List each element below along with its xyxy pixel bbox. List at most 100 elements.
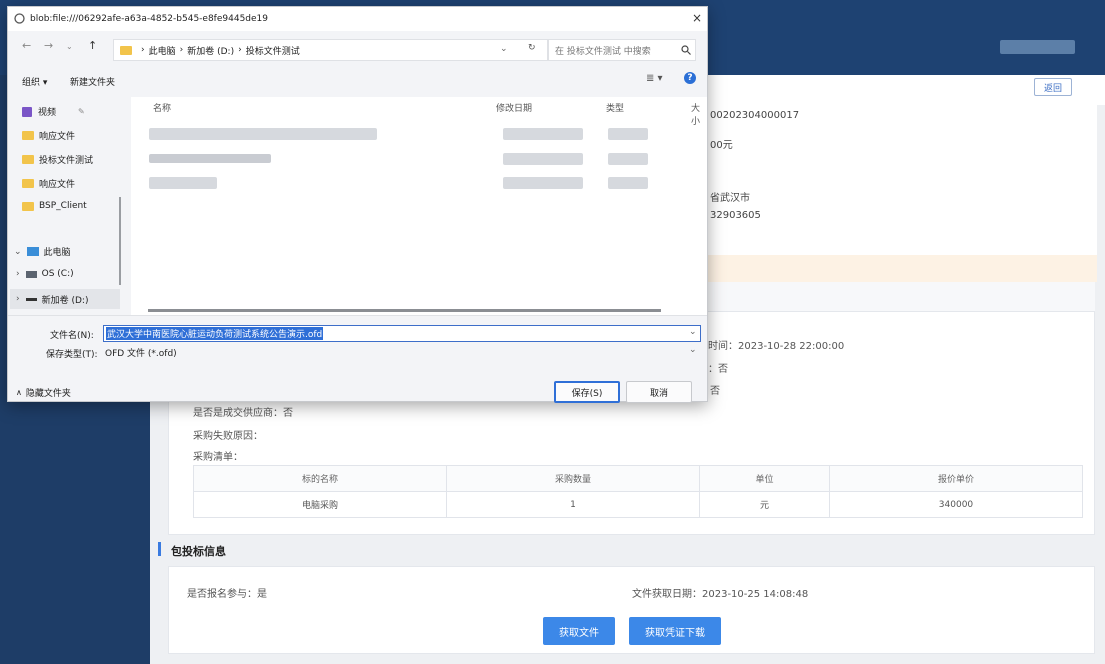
save-file-dialog: blob:file:///06292afe-a63a-4852-b545-e8f… <box>7 6 708 403</box>
nav-scrollbar[interactable] <box>119 197 121 285</box>
search-input[interactable]: 在 投标文件测试 中搜索 <box>548 39 696 61</box>
nav-item-videos[interactable]: 视频 ✎ <box>22 105 85 118</box>
registered-label: 是否报名参与：是 <box>187 589 267 600</box>
time-line: 时间：2023-10-28 22:00:00 <box>708 341 845 352</box>
horizontal-scrollbar[interactable] <box>148 309 661 312</box>
save-button[interactable]: 保存(S) <box>554 381 620 403</box>
hide-folders-toggle[interactable]: ∧ 隐藏文件夹 <box>16 386 71 399</box>
folder-icon <box>120 45 132 55</box>
column-header-modified[interactable]: 修改日期 <box>496 101 532 114</box>
search-placeholder: 在 投标文件测试 中搜索 <box>555 46 651 57</box>
breadcrumb-item[interactable]: 新加卷 (D:) <box>187 44 234 57</box>
search-icon <box>681 45 691 55</box>
close-icon[interactable]: × <box>688 9 706 27</box>
history-chevron-icon[interactable]: ⌄ <box>66 42 73 51</box>
file-date-label: 文件获取日期：2023-10-25 14:08:48 <box>632 589 809 600</box>
pin-icon: ✎ <box>78 107 85 116</box>
chevron-up-icon: ∧ <box>16 388 22 397</box>
folder-icon <box>22 179 34 188</box>
breadcrumb-separator: › <box>179 45 184 55</box>
nav-item-label: 响应文件 <box>39 132 76 142</box>
new-folder-button[interactable]: 新建文件夹 <box>70 75 115 88</box>
file-date-redacted <box>503 153 583 165</box>
info-line: 00202304000017 <box>710 110 800 121</box>
nav-item-response-files[interactable]: 响应文件 <box>22 129 75 142</box>
back-arrow-icon[interactable]: ← <box>22 39 31 52</box>
refresh-icon[interactable]: ↻ <box>528 43 536 53</box>
chevron-down-icon[interactable]: ⌄ <box>14 247 22 257</box>
file-type-redacted <box>608 153 648 165</box>
table-header: 报价单价 <box>828 465 1084 492</box>
breadcrumb-separator: › <box>141 45 145 55</box>
table-cell: 元 <box>699 491 830 518</box>
table-cell: 电脑采购 <box>193 491 447 518</box>
table-cell: 1 <box>446 491 700 518</box>
file-type-redacted <box>608 128 648 140</box>
file-list: 名称 修改日期 类型 大小 <box>131 97 707 315</box>
breadcrumb-item[interactable]: 投标文件测试 <box>246 44 300 57</box>
nav-item-response-files-2[interactable]: 响应文件 <box>22 177 75 190</box>
cancel-button[interactable]: 取消 <box>626 381 692 403</box>
chevron-right-icon[interactable]: › <box>16 269 20 279</box>
status-line: 否 <box>710 386 720 397</box>
table-cell: 340000 <box>828 491 1084 518</box>
nav-item-bsp-client[interactable]: BSP_Client <box>22 201 87 211</box>
up-arrow-icon[interactable]: ↑ <box>88 39 97 52</box>
nav-item-label: 新加卷 (D:) <box>41 295 89 306</box>
navigation-pane: 视频 ✎ 响应文件 投标文件测试 响应文件 BSP_Client ⌄ 此电脑 ›… <box>8 97 131 315</box>
folder-icon <box>22 201 34 211</box>
column-header-name[interactable]: 名称 <box>153 101 171 114</box>
file-row[interactable] <box>141 149 706 169</box>
organize-button[interactable]: 组织 ▾ <box>22 75 47 88</box>
dropdown-chevron-icon[interactable]: ⌄ <box>500 44 508 54</box>
dialog-title: blob:file:///06292afe-a63a-4852-b545-e8f… <box>30 14 268 24</box>
back-button[interactable]: 返回 <box>1034 78 1072 96</box>
section-marker <box>158 542 161 556</box>
address-bar[interactable]: › 此电脑 › 新加卷 (D:) › 投标文件测试 ⌄ ↻ <box>113 39 548 61</box>
computer-icon <box>26 247 39 256</box>
hide-folders-label: 隐藏文件夹 <box>25 389 71 399</box>
drive-icon <box>25 270 37 278</box>
table-header-row: 标的名称 采购数量 单位 报价单价 <box>193 465 1084 492</box>
section-title: 包投标信息 <box>171 545 226 558</box>
filename-label: 文件名(N): <box>50 331 94 341</box>
get-voucher-button[interactable]: 获取凭证下载 <box>629 617 721 645</box>
chevron-right-icon[interactable]: › <box>16 294 20 304</box>
forward-arrow-icon[interactable]: → <box>44 39 53 52</box>
status-line: ：否 <box>708 364 728 375</box>
table-header: 单位 <box>699 465 830 492</box>
file-row[interactable] <box>141 124 706 144</box>
filetype-label: 保存类型(T): <box>46 350 98 360</box>
chevron-down-icon[interactable]: ⌄ <box>689 345 697 355</box>
nav-item-label: BSP_Client <box>39 201 87 211</box>
breadcrumb-item[interactable]: 此电脑 <box>149 44 176 57</box>
user-info[interactable] <box>1000 40 1075 54</box>
filetype-value: OFD 文件 (*.ofd) <box>105 349 177 359</box>
folder-icon <box>22 155 34 164</box>
view-options-icon[interactable]: ≣ ▾ <box>646 73 663 84</box>
column-header-type[interactable]: 类型 <box>606 101 624 114</box>
table-row: 电脑采购 1 元 340000 <box>193 491 1084 518</box>
nav-item-this-pc[interactable]: ⌄ 此电脑 <box>14 245 71 259</box>
nav-item-drive-d[interactable]: › 新加卷 (D:) <box>10 289 120 309</box>
filename-value: 武汉大学中南医院心脏运动负荷测试系统公告演示.ofd <box>106 327 324 340</box>
file-date-redacted <box>503 177 583 189</box>
folder-icon <box>22 131 34 140</box>
chevron-down-icon[interactable]: ⌄ <box>688 327 698 337</box>
table-header: 采购数量 <box>446 465 700 492</box>
nav-item-label: OS (C:) <box>41 269 74 279</box>
info-line: 32903605 <box>710 210 761 221</box>
nav-item-label: 投标文件测试 <box>39 156 94 166</box>
nav-item-label: 视频 <box>38 108 57 118</box>
file-name-redacted <box>149 128 377 140</box>
filename-input[interactable]: 武汉大学中南医院心脏运动负荷测试系统公告演示.ofd ⌄ <box>103 325 701 342</box>
filetype-select[interactable]: OFD 文件 (*.ofd) ⌄ <box>103 344 701 361</box>
help-icon[interactable]: ? <box>684 72 696 84</box>
nav-item-bid-test[interactable]: 投标文件测试 <box>22 153 93 166</box>
nav-item-drive-c[interactable]: › OS (C:) <box>16 269 74 279</box>
file-row[interactable] <box>141 173 706 193</box>
dialog-bottom-panel: 文件名(N): 武汉大学中南医院心脏运动负荷测试系统公告演示.ofd ⌄ 保存类… <box>8 315 707 403</box>
fail-reason-label: 采购失败原因： <box>193 431 263 442</box>
purchase-list-label: 采购清单： <box>193 452 243 463</box>
get-file-button[interactable]: 获取文件 <box>543 617 615 645</box>
